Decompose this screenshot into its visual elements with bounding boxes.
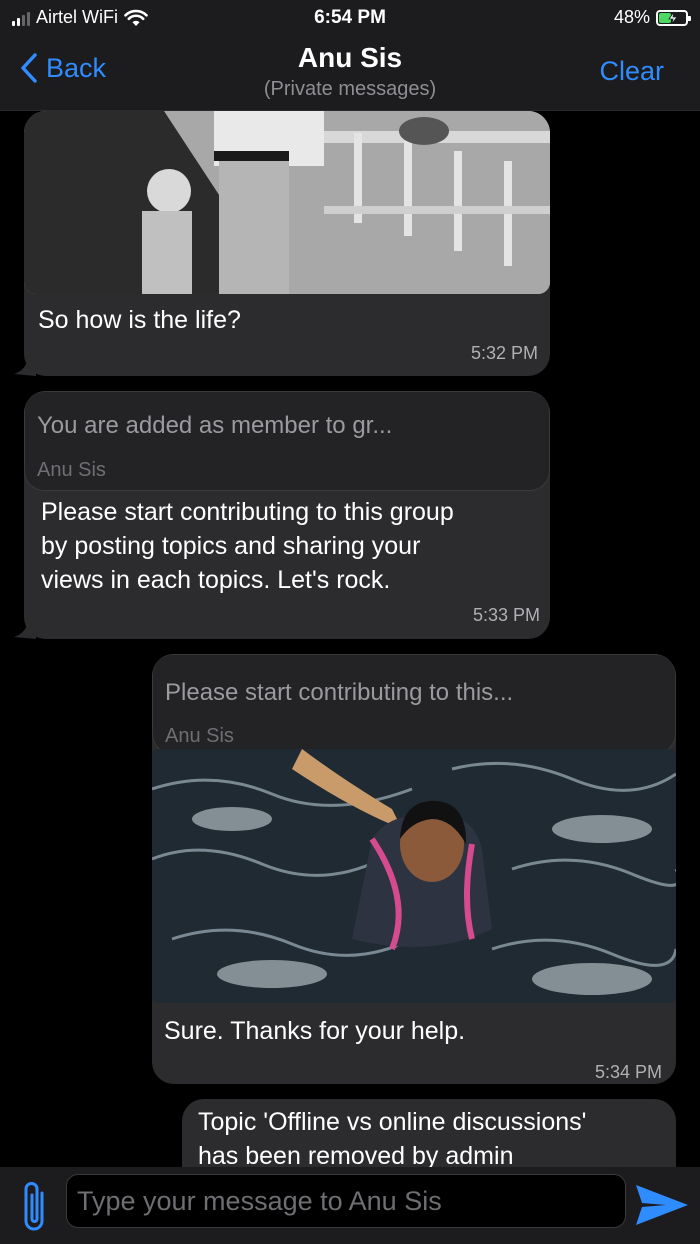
status-right: 48%: [613, 7, 691, 28]
message-photo-street[interactable]: [24, 111, 550, 294]
status-bar: Airtel WiFi 6:54 PM 48%: [0, 0, 700, 36]
message-bubble-incoming[interactable]: You are added as member to gr... Anu Sis…: [24, 391, 550, 639]
quoted-reply[interactable]: Please start contributing to this... Anu…: [152, 654, 676, 754]
message-text: Sure. Thanks for your help.: [164, 1017, 466, 1045]
message-input[interactable]: [66, 1174, 626, 1228]
message-text: Topic 'Offline vs online discussions' ha…: [198, 1108, 587, 1167]
clear-button[interactable]: Clear: [599, 56, 664, 87]
send-icon[interactable]: [634, 1181, 690, 1229]
quoted-reply-text: You are added as member to gr...: [37, 412, 393, 439]
quoted-reply-text: Please start contributing to this...: [165, 679, 514, 706]
quoted-reply[interactable]: You are added as member to gr... Anu Sis: [24, 391, 550, 491]
status-time: 6:54 PM: [314, 7, 386, 28]
message-bubble-outgoing[interactable]: Topic 'Offline vs online discussions' ha…: [182, 1099, 676, 1167]
message-time: 5:34 PM: [594, 1062, 662, 1082]
message-list[interactable]: So how is the life? 5:32 PM You are adde…: [0, 111, 700, 1167]
navigation-bar: Back Anu Sis (Private messages) Clear: [0, 36, 700, 111]
message-time: 5:33 PM: [472, 605, 540, 625]
battery-icon: [656, 9, 691, 26]
message-photo-swimming[interactable]: [152, 749, 676, 1003]
quoted-reply-author: Anu Sis: [37, 459, 106, 481]
paperclip-icon[interactable]: [18, 1177, 52, 1237]
quoted-reply-author: Anu Sis: [165, 725, 234, 747]
conversation-subtitle: (Private messages): [263, 78, 437, 100]
battery-percent: 48%: [613, 7, 650, 27]
conversation-title: Anu Sis: [297, 42, 403, 73]
street-photo-image: [24, 111, 550, 294]
message-bubble-incoming[interactable]: So how is the life? 5:32 PM: [24, 111, 550, 376]
swimming-photo-image: [152, 749, 676, 1003]
message-time: 5:32 PM: [470, 343, 538, 363]
message-text: Please start contributing to this group …: [41, 498, 454, 594]
message-bubble-outgoing[interactable]: Please start contributing to this... Anu…: [152, 654, 676, 1084]
composer-bar: [0, 1167, 700, 1244]
message-text: So how is the life?: [38, 306, 241, 334]
